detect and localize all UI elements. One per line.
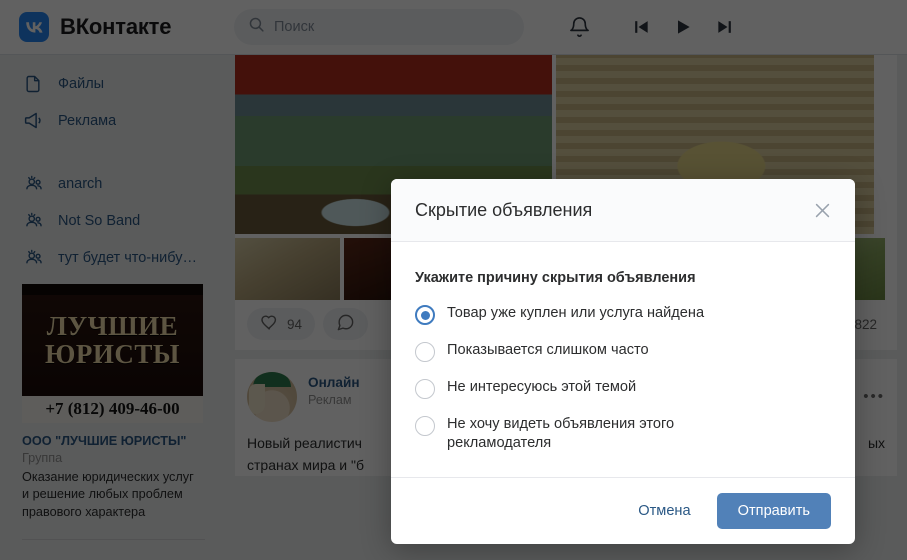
hide-ad-dialog: Скрытие объявления Укажите причину скрыт… xyxy=(391,179,855,544)
dialog-header: Скрытие объявления xyxy=(391,179,855,242)
dialog-body: Укажите причину скрытия объявления Товар… xyxy=(391,242,855,477)
radio-button[interactable] xyxy=(415,305,435,325)
reason-option-2[interactable]: Не интересуюсь этой темой xyxy=(415,378,831,399)
radio-button[interactable] xyxy=(415,416,435,436)
reason-option-3[interactable]: Не хочу видеть объявления этого рекламод… xyxy=(415,415,831,454)
submit-button[interactable]: Отправить xyxy=(716,493,831,529)
radio-button[interactable] xyxy=(415,379,435,399)
dialog-footer: Отмена Отправить xyxy=(391,477,855,544)
close-icon[interactable] xyxy=(807,195,837,225)
reason-option-1[interactable]: Показывается слишком часто xyxy=(415,341,831,362)
cancel-button[interactable]: Отмена xyxy=(626,494,702,528)
reason-label: Укажите причину скрытия объявления xyxy=(415,270,696,286)
reason-option-label: Показывается слишком часто xyxy=(447,342,649,358)
reason-option-label: Не интересуюсь этой темой xyxy=(447,379,637,395)
dialog-title: Скрытие объявления xyxy=(415,199,593,220)
reason-option-label: Товар уже куплен или услуга найдена xyxy=(447,305,705,321)
radio-button[interactable] xyxy=(415,342,435,362)
reason-option-0[interactable]: Товар уже куплен или услуга найдена xyxy=(415,304,831,325)
reason-option-label: Не хочу видеть объявления этого рекламод… xyxy=(447,416,675,452)
